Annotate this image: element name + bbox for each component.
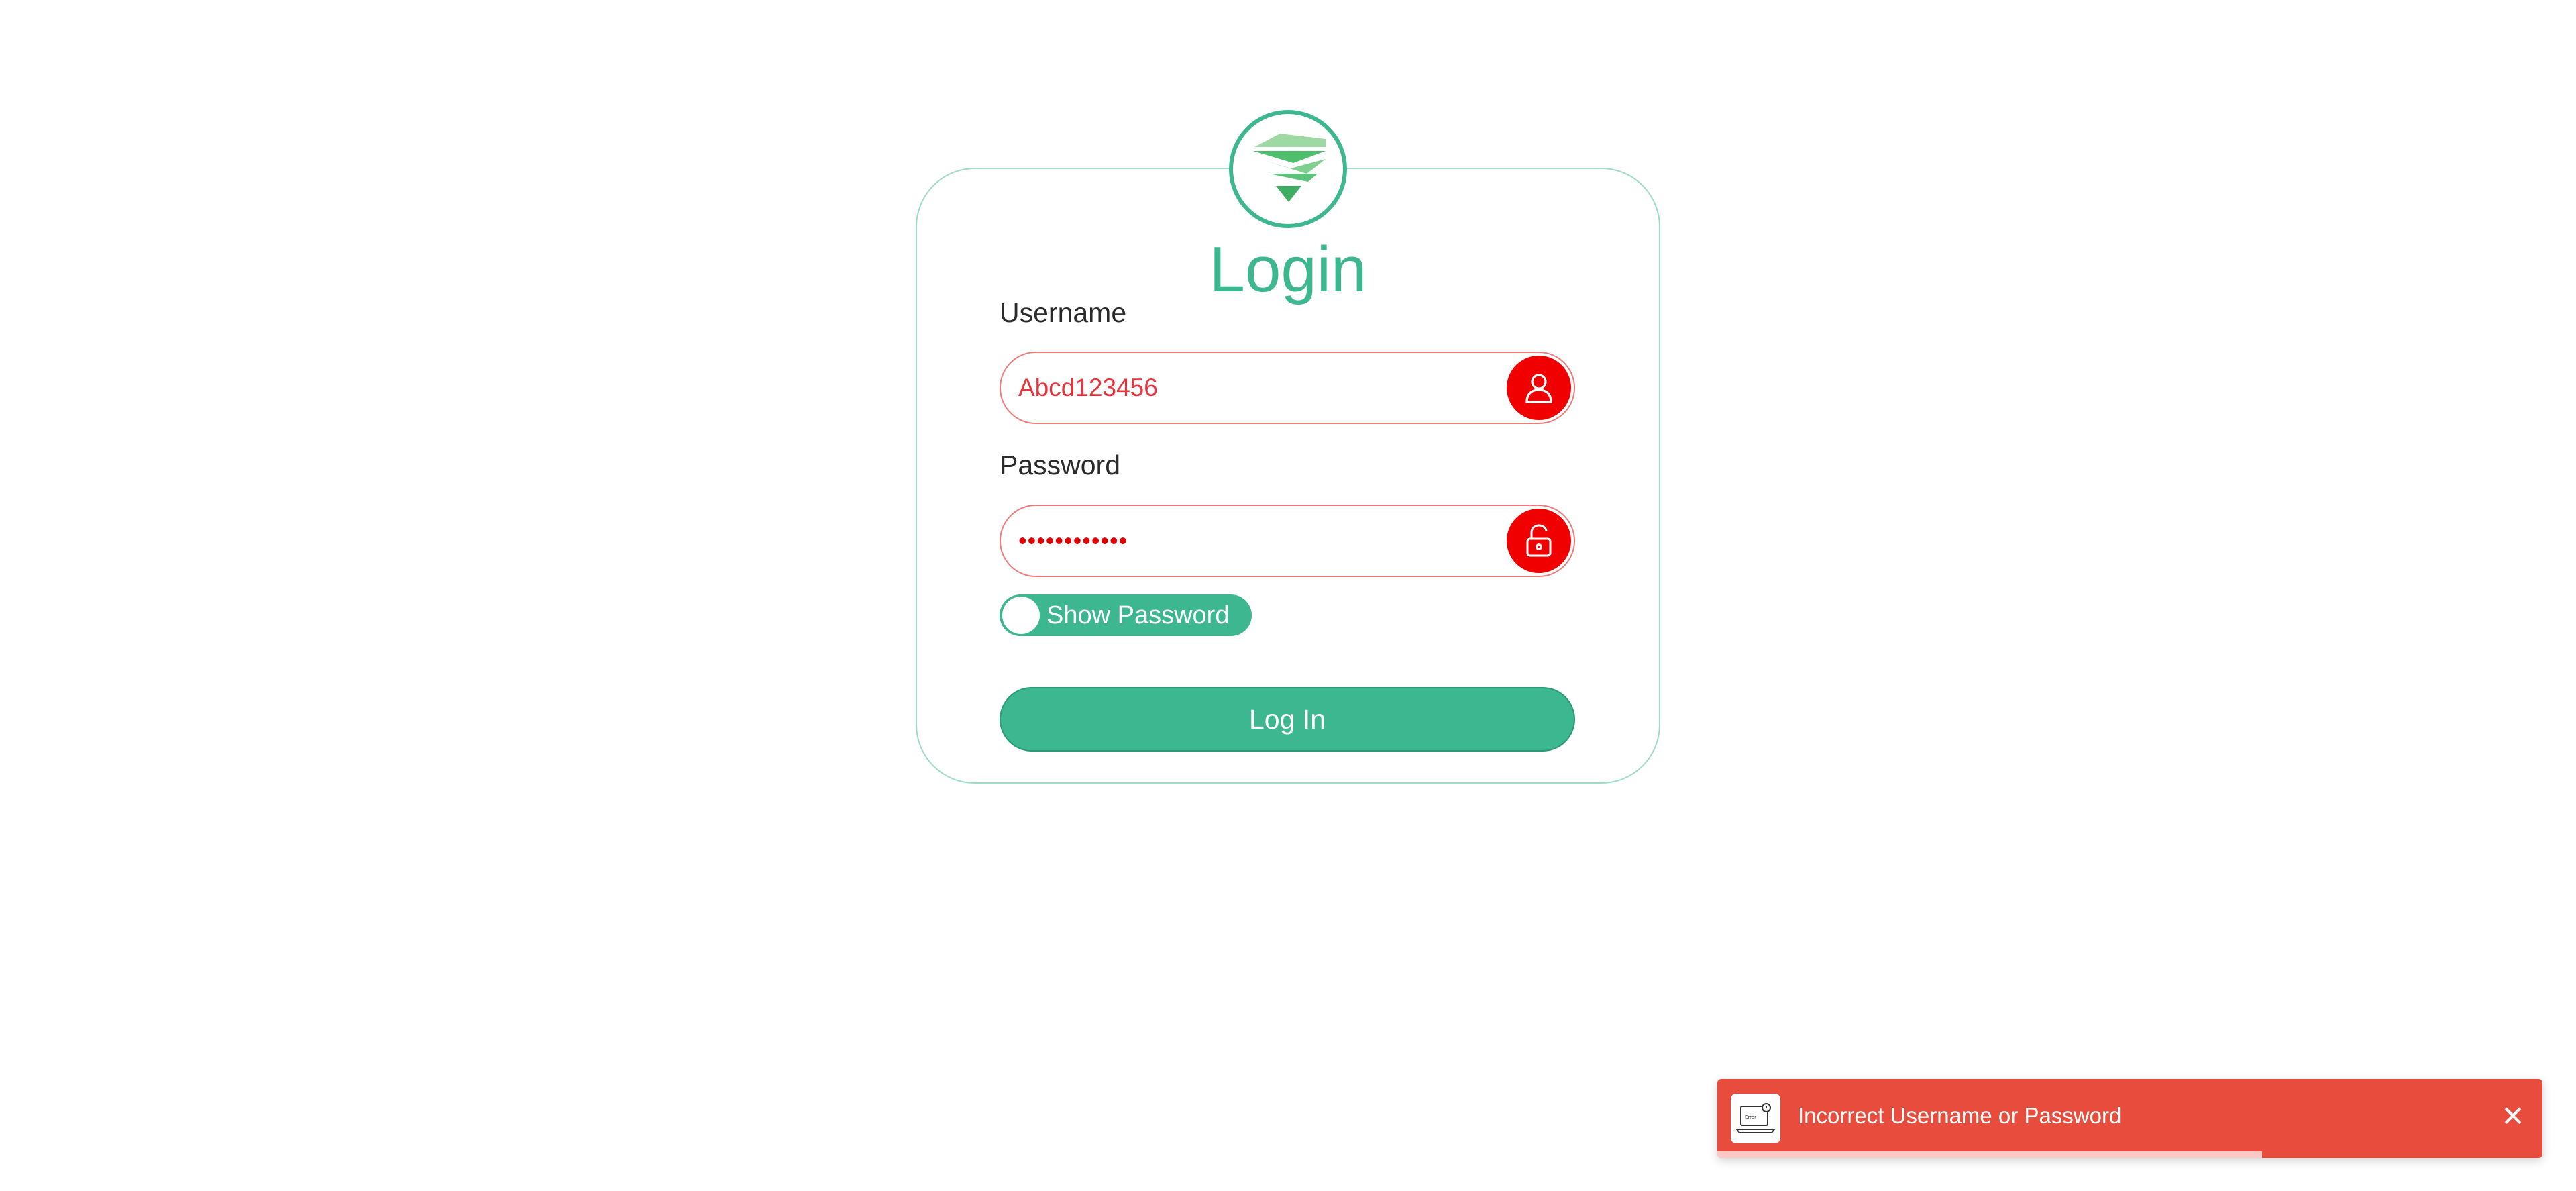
login-button[interactable]: Log In bbox=[1000, 687, 1575, 752]
unlock-icon bbox=[1507, 509, 1571, 573]
error-toast: Error Incorrect Username or Password ✕ bbox=[1717, 1079, 2542, 1158]
password-label: Password bbox=[1000, 450, 1121, 480]
toast-progress-track bbox=[1717, 1151, 2542, 1158]
toggle-knob bbox=[1002, 597, 1040, 634]
error-icon-text: Error bbox=[1745, 1115, 1756, 1120]
toast-progress-bar bbox=[1717, 1151, 2262, 1158]
diamond-logo-icon bbox=[1253, 134, 1326, 202]
password-field[interactable]: •••••••••••• bbox=[1000, 505, 1575, 577]
username-field[interactable]: Abcd123456 bbox=[1000, 352, 1575, 424]
username-value: Abcd123456 bbox=[1018, 374, 1158, 401]
logo bbox=[1229, 110, 1347, 228]
close-icon[interactable]: ✕ bbox=[2498, 1102, 2528, 1131]
login-page: Login Username Abcd123456 Password •••••… bbox=[0, 0, 2576, 1191]
username-label: Username bbox=[1000, 297, 1127, 328]
show-password-toggle[interactable]: Show Password bbox=[1000, 594, 1252, 636]
error-laptop-icon: Error bbox=[1731, 1094, 1780, 1143]
password-value: •••••••••••• bbox=[1018, 527, 1128, 554]
toast-message: Incorrect Username or Password bbox=[1798, 1103, 2122, 1128]
page-title: Login bbox=[1209, 234, 1367, 305]
user-icon bbox=[1507, 356, 1571, 420]
show-password-label: Show Password bbox=[1046, 601, 1230, 629]
